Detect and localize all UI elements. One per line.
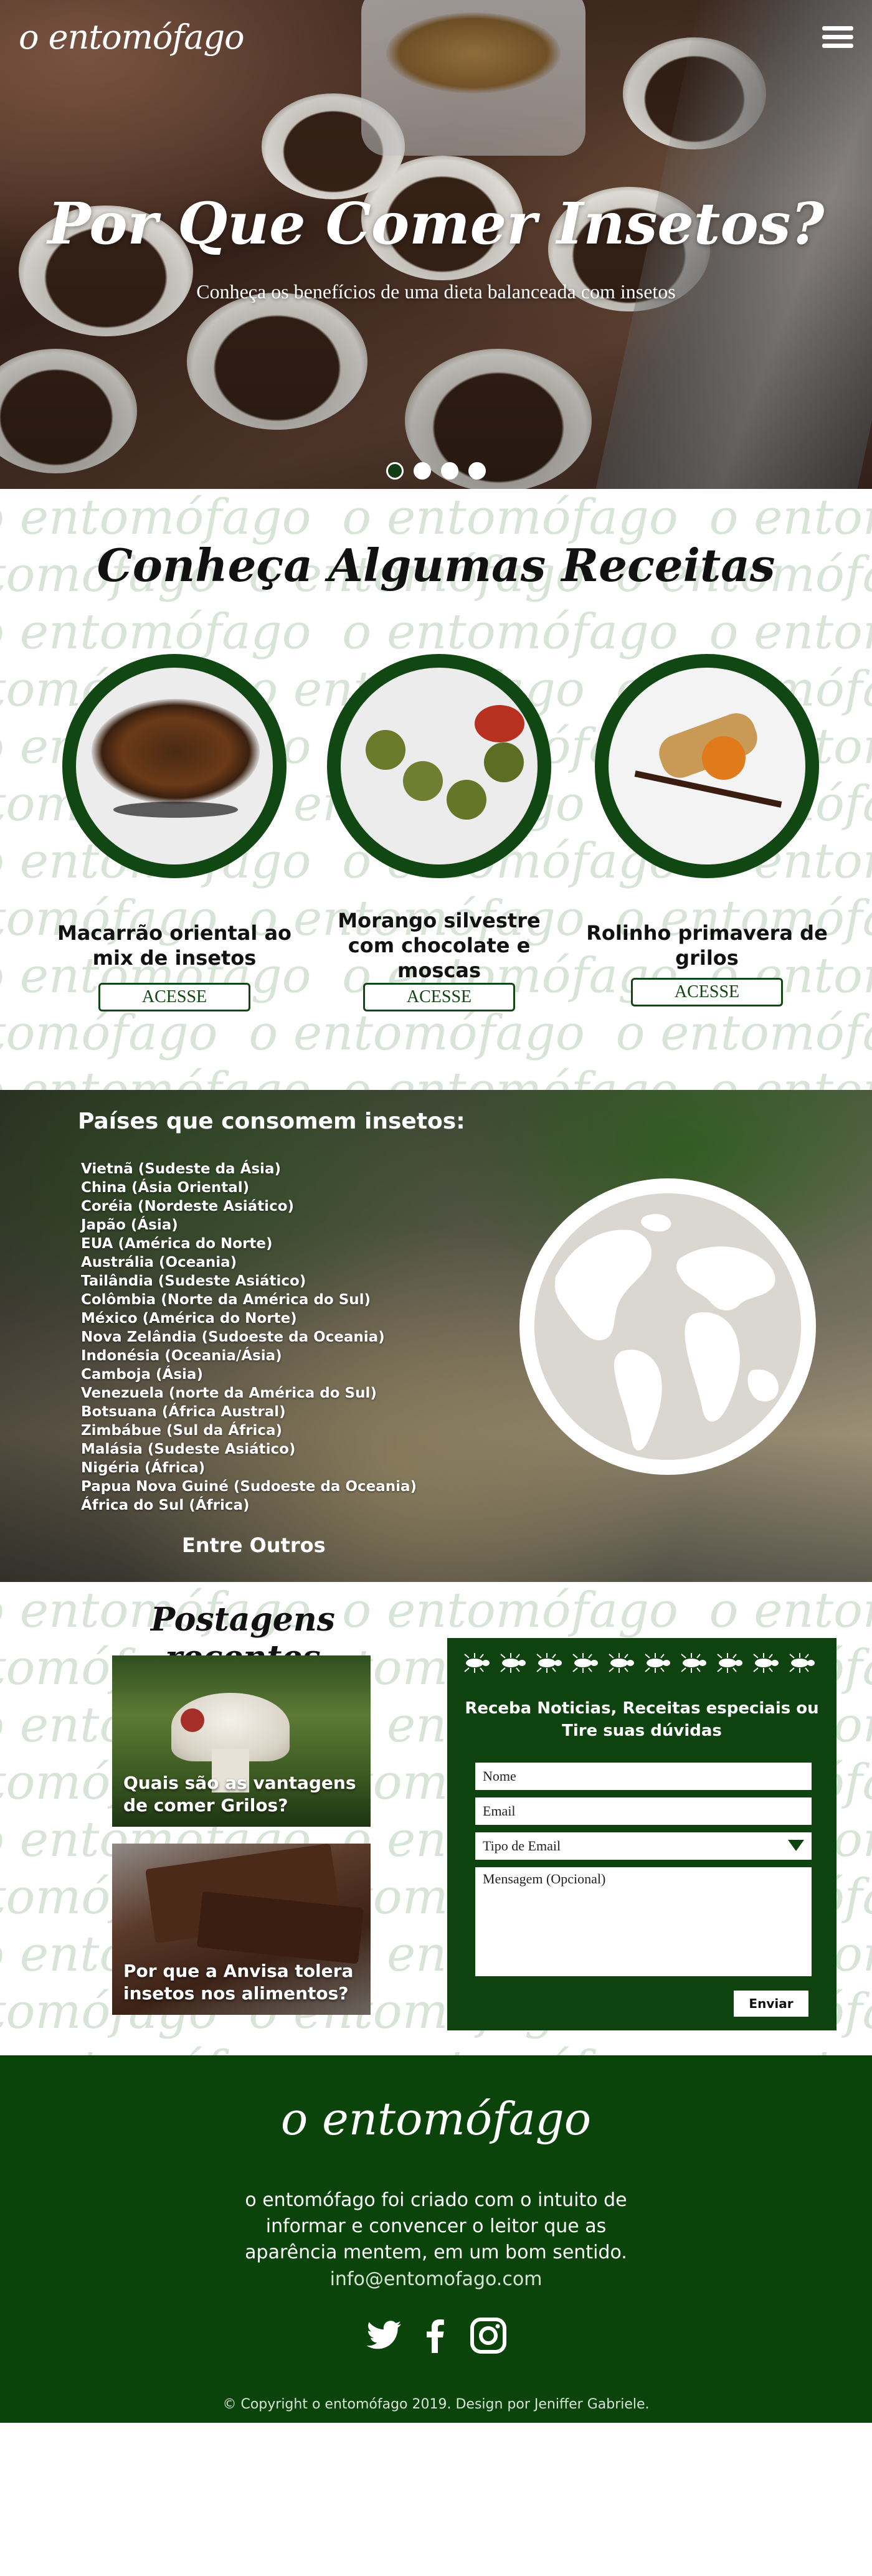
send-button[interactable]: Enviar xyxy=(734,1991,808,2017)
country-item: EUA (América do Norte) xyxy=(81,1236,273,1252)
instagram-icon[interactable] xyxy=(470,2317,507,2354)
recipe-card: Morango silvestre com chocolate e moscas… xyxy=(315,654,564,1011)
recipe-image[interactable] xyxy=(595,654,819,878)
site-logo[interactable]: o entomófago xyxy=(19,17,245,57)
footer-email-link[interactable]: info@entomofago.com xyxy=(0,2268,872,2290)
country-item: Coréia (Nordeste Asiático) xyxy=(81,1198,295,1215)
watermark-row: o entomófago o entomófago o entomófago o… xyxy=(0,1005,872,1061)
country-item: Indonésia (Oceania/Ásia) xyxy=(81,1348,282,1364)
carousel-dot-3[interactable] xyxy=(441,462,458,480)
carousel-dots xyxy=(0,462,872,480)
newsletter-title: Receba Noticias, Receitas especiais ou T… xyxy=(465,1699,819,1740)
recipe-access-button[interactable]: ACESSE xyxy=(98,983,250,1011)
country-item: Camboja (Ásia) xyxy=(81,1366,203,1383)
countries-more-label: Entre Outros xyxy=(182,1533,326,1557)
copyright-text: © Copyright o entomófago 2019. Design po… xyxy=(222,2397,650,2412)
country-item: Botsuana (África Austral) xyxy=(81,1404,286,1420)
countries-list: Vietnã (Sudeste da Ásia) China (Ásia Ori… xyxy=(81,1160,417,1515)
newsletter-form: Receba Noticias, Receitas especiais ou T… xyxy=(447,1638,836,2030)
post-title: Por que a Anvisa tolera insetos nos alim… xyxy=(123,1961,354,2004)
watermark-row: o entomófago o entomófago o entomófago o… xyxy=(0,2040,872,2055)
post-title: Quais são as vantagens de comer Grilos? xyxy=(123,1773,356,1816)
watermark-row: o entomófago o entomófago o entomófago o… xyxy=(0,604,872,660)
recipe-access-button[interactable]: ACESSE xyxy=(363,983,515,1011)
hero-title: Por Que Comer Insetos? xyxy=(47,190,825,257)
posts-newsletter-section: o entomófago o entomófago o entomófago o… xyxy=(0,1582,872,2055)
recipes-title: Conheça Algumas Receitas xyxy=(97,539,775,592)
dropdown-arrow-icon xyxy=(788,1840,804,1851)
post-card[interactable]: Quais são as vantagens de comer Grilos? xyxy=(112,1655,371,1827)
hero-carousel: o entomófago Por Que Comer Insetos? Conh… xyxy=(0,0,872,489)
recipe-image[interactable] xyxy=(62,654,287,878)
social-links xyxy=(0,2317,872,2354)
hamburger-menu-icon[interactable] xyxy=(822,26,853,49)
carousel-dot-4[interactable] xyxy=(468,462,486,480)
recipe-image[interactable] xyxy=(327,654,551,878)
recipe-access-button[interactable]: ACESSE xyxy=(631,978,783,1006)
country-item: Vietnã (Sudeste da Ásia) xyxy=(81,1161,281,1177)
watermark-row: o entomófago o entomófago o entomófago o… xyxy=(0,1062,872,1090)
email-type-label: Tipo de Email xyxy=(483,1838,561,1854)
post-card[interactable]: Por que a Anvisa tolera insetos nos alim… xyxy=(112,1844,371,2015)
twitter-icon[interactable] xyxy=(365,2317,402,2354)
name-field[interactable] xyxy=(475,1763,812,1790)
country-item: México (América do Norte) xyxy=(81,1310,297,1327)
globe-icon xyxy=(519,1178,816,1475)
country-item: Austrália (Oceania) xyxy=(81,1254,237,1271)
email-type-select[interactable]: Tipo de Email xyxy=(475,1832,812,1860)
countries-title: Países que consomem insetos: xyxy=(78,1109,465,1134)
ants-decoration-icon xyxy=(464,1653,815,1673)
recipe-name: Rolinho primavera de grilos xyxy=(586,921,828,970)
site-footer: o entomófago o entomófago foi criado com… xyxy=(0,2055,872,2423)
email-field[interactable] xyxy=(475,1797,812,1825)
country-item: Venezuela (norte da América do Sul) xyxy=(81,1385,377,1401)
recipe-name: Morango silvestre com chocolate e moscas xyxy=(338,909,541,982)
footer-logo[interactable]: o entomófago xyxy=(0,2093,872,2145)
footer-description: o entomófago foi criado com o intuito de… xyxy=(245,2189,627,2263)
country-item: Japão (Ásia) xyxy=(81,1217,178,1233)
country-item: Tailândia (Sudeste Asiático) xyxy=(81,1273,306,1289)
recipe-name: Macarrão oriental ao mix de insetos xyxy=(57,921,292,970)
recipes-section: o entomófago o entomófago o entomófago o… xyxy=(0,489,872,1090)
country-item: Nigéria (África) xyxy=(81,1460,206,1476)
recipe-card: Rolinho primavera de grilos ACESSE xyxy=(582,654,832,1006)
hero-subtitle: Conheça os benefícios de uma dieta balan… xyxy=(196,280,676,303)
country-item: Zimbábue (Sul da África) xyxy=(81,1423,282,1439)
carousel-dot-2[interactable] xyxy=(414,462,431,480)
recipe-card: Macarrão oriental ao mix de insetos ACES… xyxy=(50,654,299,1011)
message-field[interactable] xyxy=(475,1867,812,1976)
countries-section: Países que consomem insetos: Vietnã (Sud… xyxy=(0,1090,872,1582)
country-item: Malásia (Sudeste Asiático) xyxy=(81,1441,296,1457)
country-item: Colômbia (Norte da América do Sul) xyxy=(81,1292,371,1308)
facebook-icon[interactable] xyxy=(417,2317,455,2354)
country-item: Papua Nova Guiné (Sudoeste da Oceania) xyxy=(81,1479,417,1495)
country-item: Nova Zelândia (Sudoeste da Oceania) xyxy=(81,1329,385,1345)
watermark-row: o entomófago o entomófago o entomófago o… xyxy=(0,490,872,546)
country-item: China (Ásia Oriental) xyxy=(81,1180,250,1196)
carousel-dot-1[interactable] xyxy=(386,462,404,480)
country-item: África do Sul (África) xyxy=(81,1497,250,1513)
